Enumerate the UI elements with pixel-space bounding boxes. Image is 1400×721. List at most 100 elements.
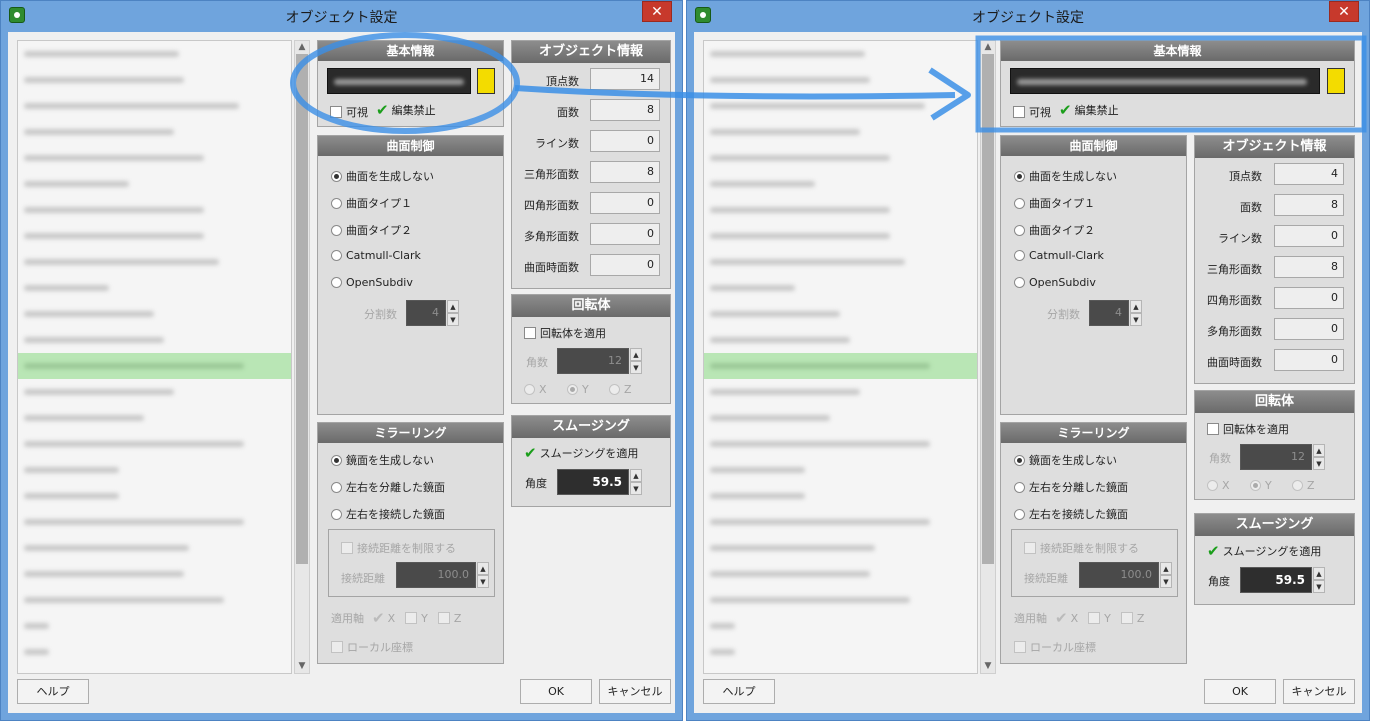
lathe-angle-spinner[interactable]: ▲ ▼ xyxy=(630,348,642,374)
list-item[interactable] xyxy=(704,197,977,223)
radio-surface-type-1[interactable]: 曲面タイプ１ xyxy=(1014,195,1095,211)
spin-up-icon[interactable]: ▲ xyxy=(1160,562,1172,575)
smoothing-angle-field[interactable]: 59.5 xyxy=(557,469,629,495)
help-button[interactable]: ヘルプ xyxy=(703,679,775,704)
visible-checkbox[interactable]: 可視 xyxy=(1013,104,1051,120)
axis-y-checkbox[interactable] xyxy=(405,612,418,624)
list-item[interactable] xyxy=(18,379,291,405)
list-item[interactable] xyxy=(18,223,291,249)
spin-down-icon[interactable]: ▼ xyxy=(477,575,489,588)
list-item[interactable] xyxy=(18,639,291,665)
radio-catmull-clark[interactable]: Catmull-Clark xyxy=(1014,249,1104,262)
scroll-up-arrow-icon[interactable]: ▲ xyxy=(295,41,309,54)
subdiv-spinner[interactable]: ▲ ▼ xyxy=(447,300,459,326)
list-item[interactable] xyxy=(704,171,977,197)
list-item[interactable] xyxy=(704,67,977,93)
radio-mirror-connected[interactable]: 左右を接続した鏡面 xyxy=(331,506,445,522)
axis-y-checkbox[interactable] xyxy=(1088,612,1101,624)
list-item[interactable] xyxy=(704,509,977,535)
distance-spinner[interactable]: ▲ ▼ xyxy=(477,562,489,588)
spin-down-icon[interactable]: ▼ xyxy=(1313,457,1325,470)
list-item[interactable] xyxy=(704,639,977,665)
radio-no-surface[interactable]: 曲面を生成しない xyxy=(331,168,434,184)
list-item[interactable] xyxy=(18,197,291,223)
list-item-selected[interactable] xyxy=(704,353,977,379)
list-item[interactable] xyxy=(18,249,291,275)
spin-up-icon[interactable]: ▲ xyxy=(630,348,642,361)
scroll-down-arrow-icon[interactable]: ▼ xyxy=(295,660,309,673)
list-item[interactable] xyxy=(704,249,977,275)
list-item[interactable] xyxy=(18,561,291,587)
list-item[interactable] xyxy=(18,327,291,353)
spin-up-icon[interactable]: ▲ xyxy=(1313,444,1325,457)
list-item[interactable] xyxy=(18,457,291,483)
list-item[interactable] xyxy=(704,431,977,457)
spin-up-icon[interactable]: ▲ xyxy=(630,469,642,482)
radio-no-surface[interactable]: 曲面を生成しない xyxy=(1014,168,1117,184)
spin-down-icon[interactable]: ▼ xyxy=(1130,313,1142,326)
spin-down-icon[interactable]: ▼ xyxy=(1313,580,1325,593)
list-item[interactable] xyxy=(704,457,977,483)
lathe-axis-x[interactable]: X xyxy=(1207,479,1230,492)
object-name-field[interactable] xyxy=(327,68,471,94)
list-item[interactable] xyxy=(18,171,291,197)
close-button[interactable]: ✕ xyxy=(642,1,672,22)
spin-up-icon[interactable]: ▲ xyxy=(447,300,459,313)
radio-opensubdiv[interactable]: OpenSubdiv xyxy=(331,276,413,289)
list-item[interactable] xyxy=(18,67,291,93)
list-item[interactable] xyxy=(704,145,977,171)
spin-up-icon[interactable]: ▲ xyxy=(1313,567,1325,580)
object-name-field[interactable] xyxy=(1010,68,1320,94)
scroll-thumb[interactable] xyxy=(982,54,994,564)
scroll-up-arrow-icon[interactable]: ▲ xyxy=(981,41,995,54)
checkmark-icon[interactable]: ✔ xyxy=(372,611,385,626)
list-item[interactable] xyxy=(704,301,977,327)
object-color-swatch[interactable] xyxy=(477,68,495,94)
title-bar[interactable]: オブジェクト設定 ✕ xyxy=(687,1,1369,31)
distance-field[interactable]: 100.0 xyxy=(1079,562,1159,588)
help-button[interactable]: ヘルプ xyxy=(17,679,89,704)
lathe-axis-y[interactable]: Y xyxy=(567,383,589,396)
list-item[interactable] xyxy=(18,301,291,327)
axis-z-checkbox[interactable] xyxy=(437,612,450,624)
radio-surface-type-1[interactable]: 曲面タイプ１ xyxy=(331,195,412,211)
close-button[interactable]: ✕ xyxy=(1329,1,1359,22)
subdiv-spinner[interactable]: ▲ ▼ xyxy=(1130,300,1142,326)
lathe-axis-y[interactable]: Y xyxy=(1250,479,1272,492)
local-coords-checkbox[interactable]: ローカル座標 xyxy=(1014,639,1096,655)
list-item[interactable] xyxy=(18,535,291,561)
list-scrollbar[interactable]: ▲ ▼ xyxy=(980,40,996,674)
smoothing-angle-spinner[interactable]: ▲ ▼ xyxy=(1313,567,1325,593)
list-item[interactable] xyxy=(704,41,977,67)
radio-opensubdiv[interactable]: OpenSubdiv xyxy=(1014,276,1096,289)
list-item[interactable] xyxy=(704,535,977,561)
edit-lock-checkbox[interactable]: ✔ 編集禁止 xyxy=(376,102,436,118)
lathe-angle-spinner[interactable]: ▲ ▼ xyxy=(1313,444,1325,470)
object-list[interactable] xyxy=(703,40,978,674)
list-item[interactable] xyxy=(704,587,977,613)
limit-distance-checkbox[interactable]: 接続距離を制限する xyxy=(341,540,456,556)
spin-down-icon[interactable]: ▼ xyxy=(447,313,459,326)
radio-no-mirror[interactable]: 鏡面を生成しない xyxy=(1014,452,1117,468)
lathe-apply-checkbox[interactable]: 回転体を適用 xyxy=(1207,421,1289,437)
lathe-angle-field[interactable]: 12 xyxy=(557,348,629,374)
smoothing-apply-checkbox[interactable]: ✔ スムージングを適用 xyxy=(1207,543,1321,559)
list-item[interactable] xyxy=(18,613,291,639)
list-item[interactable] xyxy=(704,483,977,509)
list-item[interactable] xyxy=(704,613,977,639)
list-item[interactable] xyxy=(18,93,291,119)
list-item[interactable] xyxy=(18,405,291,431)
limit-distance-checkbox[interactable]: 接続距離を制限する xyxy=(1024,540,1139,556)
subdiv-field[interactable]: 4 xyxy=(1089,300,1129,326)
smoothing-angle-field[interactable]: 59.5 xyxy=(1240,567,1312,593)
radio-mirror-separated[interactable]: 左右を分離した鏡面 xyxy=(331,479,445,495)
list-item[interactable] xyxy=(704,405,977,431)
scroll-down-arrow-icon[interactable]: ▼ xyxy=(981,660,995,673)
radio-mirror-connected[interactable]: 左右を接続した鏡面 xyxy=(1014,506,1128,522)
list-item[interactable] xyxy=(18,145,291,171)
list-item[interactable] xyxy=(18,41,291,67)
local-coords-checkbox[interactable]: ローカル座標 xyxy=(331,639,413,655)
list-item-selected[interactable] xyxy=(18,353,291,379)
list-scrollbar[interactable]: ▲ ▼ xyxy=(294,40,310,674)
object-list[interactable] xyxy=(17,40,292,674)
